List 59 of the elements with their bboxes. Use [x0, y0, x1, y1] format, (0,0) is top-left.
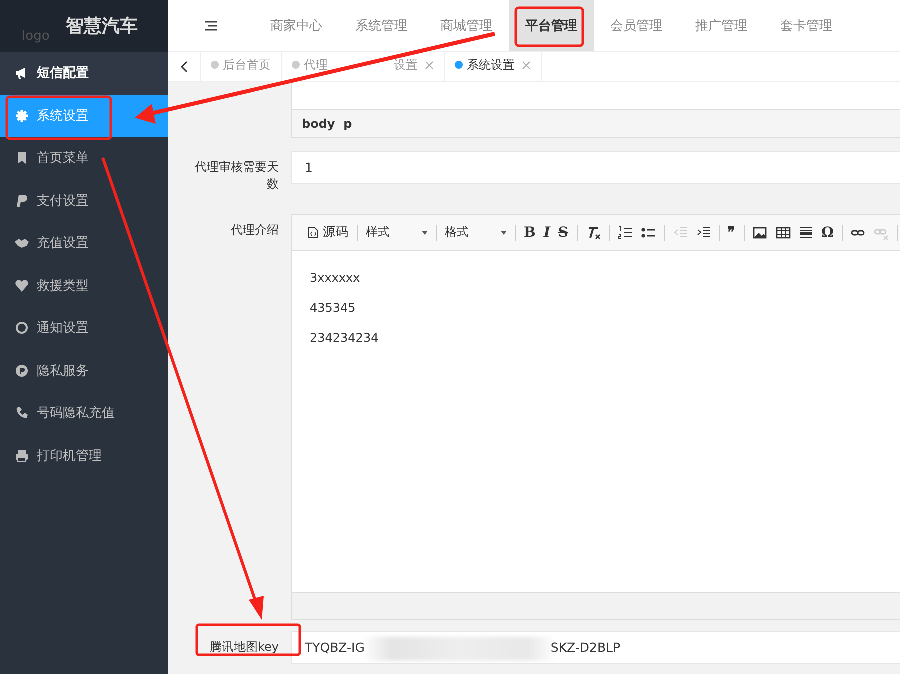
annotation-box [514, 6, 584, 48]
gear-icon [15, 108, 29, 123]
chevron-left-icon [180, 60, 188, 72]
numbered-list-icon [618, 226, 633, 240]
dot-icon [292, 61, 300, 69]
dot-icon [211, 61, 219, 69]
nav-tab[interactable]: 推广管理 [679, 0, 764, 51]
heart-icon [15, 278, 29, 293]
nav-tab[interactable]: 会员管理 [594, 0, 679, 51]
field-label: 代理介绍 [231, 222, 279, 239]
nav-tab[interactable]: 系统管理 [339, 0, 424, 51]
sidebar-item[interactable]: 首页菜单 [0, 137, 168, 180]
source-button[interactable]: 源码 [305, 222, 352, 244]
special-char-button[interactable]: Ω [818, 222, 837, 244]
nav-tab[interactable]: 套卡管理 [764, 0, 849, 51]
menu-icon [205, 20, 217, 30]
quote-button[interactable]: ❞ [724, 222, 739, 244]
brand-name: 智慧汽车 [66, 15, 138, 38]
p-circle-icon [15, 364, 29, 378]
ring-icon [15, 321, 29, 336]
dot-icon [455, 61, 463, 69]
sidebar-item[interactable]: 隐私服务 [0, 350, 168, 392]
sidebar-item[interactable]: 短信配置 [0, 52, 168, 94]
bullet-list-icon [640, 226, 656, 240]
paragraph: 234234234 [310, 331, 380, 345]
horizontal-lines-icon [798, 226, 814, 240]
sidebar-item[interactable]: 号码隐私充值 [0, 392, 168, 434]
table-icon [776, 226, 791, 240]
element-path: body p [292, 109, 900, 137]
editor-content[interactable]: 3xxxxxx 435345 234234234 [292, 251, 900, 592]
field-label: 腾讯地图key [210, 639, 279, 656]
sidebar-item[interactable]: 救援类型 [0, 264, 168, 307]
bookmark-icon [15, 151, 29, 166]
image-icon [752, 226, 768, 240]
phone-icon [15, 406, 29, 420]
paragraph: 3xxxxxx [310, 271, 362, 285]
code-file-icon [308, 226, 319, 238]
nav-tab[interactable]: 商家中心 [254, 0, 339, 51]
caret-icon [422, 230, 428, 234]
sidebar-item[interactable]: 充值设置 [0, 222, 168, 264]
dropdown[interactable]: 样式 [363, 222, 431, 244]
bold-button[interactable]: B [521, 222, 539, 244]
field-label: 代理审核需要天数 [194, 159, 279, 193]
nav-tab[interactable]: 商城管理 [424, 0, 509, 51]
sidebar-item[interactable]: 打印机管理 [0, 434, 168, 477]
input-field[interactable]: 1 [291, 151, 900, 184]
outdent-icon [672, 226, 688, 240]
sidebar-item[interactable]: 支付设置 [0, 180, 168, 222]
page-tab[interactable]: 系统设置 [445, 52, 542, 81]
caret-icon [501, 230, 507, 234]
dropdown[interactable]: 格式 [442, 222, 510, 244]
input-field[interactable]: TYQBZ-IG SKZ-D2BLP [291, 631, 900, 664]
p-letter-icon [15, 194, 29, 208]
paragraph: 435345 [310, 301, 357, 315]
strikethrough-button[interactable]: S [555, 222, 572, 244]
indent-icon [696, 226, 711, 240]
sidebar-item[interactable]: 通知设置 [0, 307, 168, 350]
printer-icon [15, 448, 29, 463]
italic-button[interactable]: I [540, 222, 554, 244]
